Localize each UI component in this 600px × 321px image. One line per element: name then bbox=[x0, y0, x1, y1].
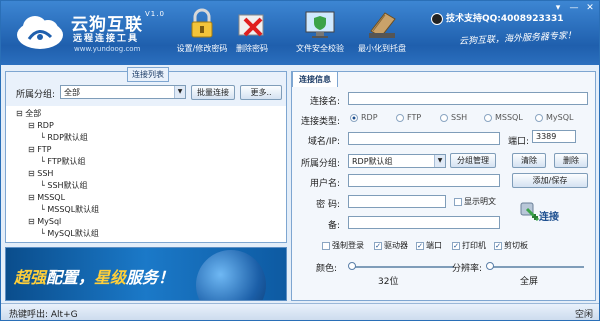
password-input[interactable] bbox=[348, 195, 446, 208]
name-label: 连接名: bbox=[309, 97, 340, 107]
radio-ftp[interactable]: FTP bbox=[396, 113, 421, 122]
hdd-icon bbox=[369, 12, 396, 38]
more-button[interactable]: 更多.. bbox=[240, 85, 282, 100]
file-check-button[interactable]: 文件安全校验 bbox=[285, 7, 355, 54]
group-filter-value: 全部 bbox=[64, 88, 80, 97]
chevron-down-icon: ▼ bbox=[434, 155, 445, 167]
port-input[interactable]: 3389 bbox=[532, 130, 576, 143]
delete-button[interactable]: 删除 bbox=[554, 153, 588, 168]
option-clipboard[interactable]: ✓ 剪切板 bbox=[494, 240, 528, 251]
plug-icon bbox=[520, 202, 540, 222]
username-input[interactable] bbox=[348, 174, 500, 187]
option-printer[interactable]: ✓ 打印机 bbox=[452, 240, 486, 251]
host-input[interactable] bbox=[348, 132, 500, 145]
file-check-label: 文件安全校验 bbox=[296, 44, 344, 53]
group-label: 所属分组: bbox=[300, 159, 340, 169]
resolution-label: 分辨率: bbox=[452, 264, 483, 274]
port-label: 端口: bbox=[508, 137, 530, 147]
tree-node[interactable]: ⊟ RDP bbox=[16, 120, 99, 132]
group-manage-button[interactable]: 分组管理 bbox=[450, 153, 496, 168]
hotkey-text: 热键呼出: Alt+G bbox=[9, 310, 78, 320]
color-value: 32位 bbox=[378, 277, 399, 287]
app-subtitle: 远程连接工具 bbox=[73, 34, 140, 44]
connect-button[interactable]: 连接 bbox=[539, 208, 559, 223]
group-select[interactable]: RDP默认组 ▼ bbox=[348, 154, 446, 168]
radio-ssh[interactable]: SSH bbox=[440, 113, 467, 122]
option-force-login[interactable]: 强制登录 bbox=[322, 240, 364, 251]
app-url: www.yundoog.com bbox=[74, 45, 141, 53]
connection-list-header: 连接列表 所属分组: 全部 ▼ 批量连接 更多.. bbox=[6, 67, 286, 106]
delete-password-button[interactable]: 删除密码 bbox=[217, 7, 287, 54]
radio-mysql[interactable]: MySQL bbox=[535, 113, 573, 122]
slogan: 云狗互联，海外服务器专家！ bbox=[458, 30, 577, 48]
option-ports[interactable]: ✓ 端口 bbox=[416, 240, 442, 251]
tree-node[interactable]: └ MySQL默认组 bbox=[16, 228, 99, 240]
minimize-tray-label: 最小化到托盘 bbox=[358, 44, 406, 53]
app-version: V1.0 bbox=[145, 10, 165, 18]
chevron-down-icon: ▼ bbox=[174, 86, 185, 98]
tree-node[interactable]: ⊟ MySql bbox=[16, 216, 99, 228]
option-drives[interactable]: ✓ 驱动器 bbox=[374, 240, 408, 251]
host-label: 域名/IP: bbox=[307, 137, 340, 147]
status-text: 空闲 bbox=[575, 310, 594, 320]
radio-rdp[interactable]: RDP bbox=[350, 113, 378, 122]
tree-node[interactable]: ⊟ FTP bbox=[16, 144, 99, 156]
ad-banner[interactable]: 超强配置，星级服务！ bbox=[5, 247, 287, 301]
group-select-value: RDP默认组 bbox=[352, 157, 393, 166]
connection-name-input[interactable] bbox=[348, 92, 588, 105]
clear-button[interactable]: 清除 bbox=[512, 153, 546, 168]
app-window: 云狗互联V1.0 远程连接工具 www.yundoog.com 设置/修改密码 … bbox=[0, 0, 600, 321]
resolution-slider-handle[interactable] bbox=[486, 262, 494, 270]
menu-dropdown-button[interactable]: ▾ bbox=[551, 3, 565, 13]
connection-list-panel: 连接列表 所属分组: 全部 ▼ 批量连接 更多.. ⊟ 全部 ⊟ RDP └ RD… bbox=[5, 67, 287, 243]
resolution-slider[interactable] bbox=[488, 266, 584, 268]
resolution-value: 全屏 bbox=[520, 277, 539, 287]
close-button[interactable]: ✕ bbox=[583, 3, 597, 13]
lock-icon bbox=[191, 8, 213, 38]
tree-node[interactable]: └ RDP默认组 bbox=[16, 132, 99, 144]
status-bar: 热键呼出: Alt+G 空闲 bbox=[1, 303, 599, 320]
color-label: 颜色: bbox=[316, 264, 338, 274]
group-filter-select[interactable]: 全部 ▼ bbox=[60, 85, 186, 99]
remark-label: 备: bbox=[327, 221, 340, 231]
globe-image bbox=[196, 250, 266, 300]
tree-node[interactable]: └ FTP默认组 bbox=[16, 156, 99, 168]
tree-node[interactable]: ⊟ SSH bbox=[16, 168, 99, 180]
remark-input[interactable] bbox=[348, 216, 500, 229]
delete-icon bbox=[238, 14, 264, 37]
connection-info-panel: 连接信息 连接名: 连接类型: RDP FTP SSH MSSQL MySQL … bbox=[291, 71, 596, 301]
cloud-logo-icon bbox=[17, 16, 63, 49]
tree-node[interactable]: └ SSH默认组 bbox=[16, 180, 99, 192]
connection-tree: ⊟ 全部 ⊟ RDP └ RDP默认组 ⊟ FTP └ FTP默认组 ⊟ SSH… bbox=[16, 108, 99, 240]
batch-connect-button[interactable]: 批量连接 bbox=[191, 85, 235, 100]
type-label: 连接类型: bbox=[300, 117, 340, 127]
show-plaintext-checkbox[interactable]: 显示明文 bbox=[454, 196, 496, 207]
radio-mssql[interactable]: MSSQL bbox=[484, 113, 523, 122]
qq-penguin-icon bbox=[431, 12, 443, 25]
header-bar: 云狗互联V1.0 远程连接工具 www.yundoog.com 设置/修改密码 … bbox=[1, 1, 599, 65]
monitor-shield-icon bbox=[305, 11, 335, 38]
username-label: 用户名: bbox=[309, 179, 340, 189]
password-label: 密 码: bbox=[316, 200, 340, 210]
tree-node[interactable]: └ MSSQL默认组 bbox=[16, 204, 99, 216]
minimize-button[interactable]: — bbox=[567, 3, 581, 13]
tab-connection-info[interactable]: 连接信息 bbox=[292, 71, 338, 87]
group-filter-label: 所属分组: bbox=[16, 90, 56, 100]
tree-node[interactable]: ⊟ MSSQL bbox=[16, 192, 99, 204]
delete-password-label: 删除密码 bbox=[236, 44, 268, 53]
tree-node[interactable]: ⊟ 全部 bbox=[16, 108, 99, 120]
add-save-button[interactable]: 添加/保存 bbox=[512, 173, 588, 188]
banner-text: 超强配置，星级服务！ bbox=[14, 268, 175, 287]
support-qq: 技术支持QQ:4008923331 bbox=[431, 11, 564, 25]
minimize-tray-button[interactable]: 最小化到托盘 bbox=[347, 7, 417, 54]
color-slider-handle[interactable] bbox=[348, 262, 356, 270]
connection-list-title: 连接列表 bbox=[127, 67, 169, 82]
color-slider[interactable] bbox=[350, 266, 454, 268]
